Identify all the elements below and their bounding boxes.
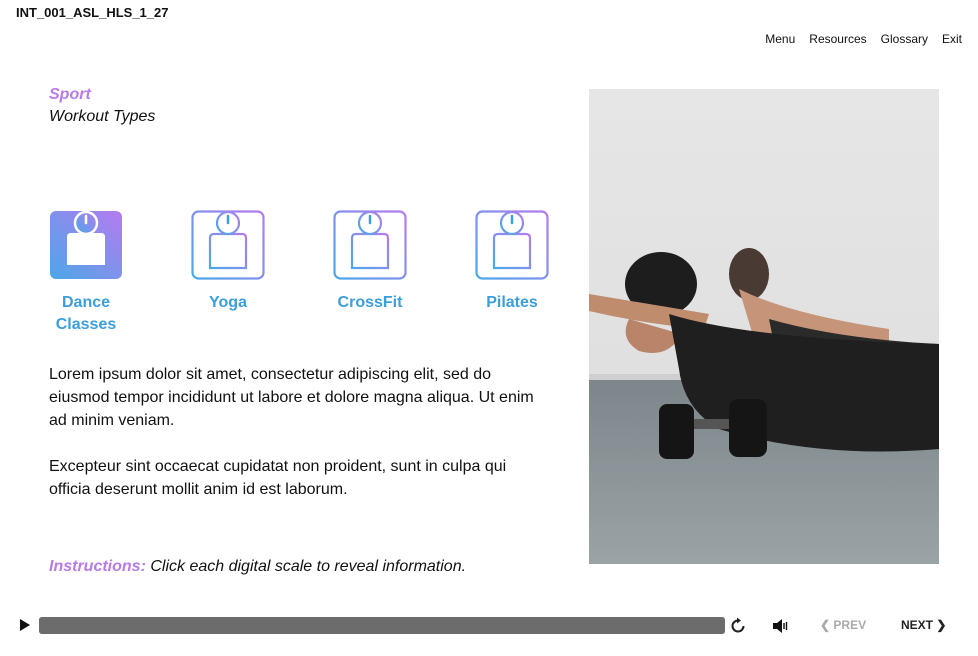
nav-exit[interactable]: Exit [942, 32, 962, 46]
page-title: Workout Types [49, 108, 156, 125]
scale-label: Yoga [209, 294, 247, 311]
nav-resources[interactable]: Resources [809, 32, 866, 46]
instructions: Instructions: Click each digital scale t… [49, 558, 466, 576]
scale-pilates[interactable]: Pilates [474, 210, 550, 314]
top-nav: Menu Resources Glossary Exit [765, 32, 962, 46]
scale-icon [333, 210, 407, 280]
progress-bar[interactable] [39, 617, 725, 634]
scale-dance-classes[interactable]: Dance Classes [48, 210, 124, 336]
scale-crossfit[interactable]: CrossFit [332, 210, 408, 314]
scale-icon [475, 210, 549, 280]
play-button[interactable] [18, 618, 32, 637]
body-paragraph: Lorem ipsum dolor sit amet, consectetur … [49, 366, 534, 429]
nav-menu[interactable]: Menu [765, 32, 795, 46]
chevron-right-icon: ❯ [936, 618, 947, 632]
nav-glossary[interactable]: Glossary [881, 32, 928, 46]
body-paragraph: Excepteur sint occaecat cupidatat non pr… [49, 458, 507, 498]
instructions-lead: Instructions: [49, 558, 146, 575]
scale-icon [50, 210, 122, 279]
category-label: Sport [49, 86, 91, 103]
play-icon [20, 619, 30, 631]
chevron-left-icon: ❮ [820, 618, 831, 632]
instructions-text: Click each digital scale to reveal infor… [145, 558, 467, 575]
scale-icon [191, 210, 265, 280]
scale-label: CrossFit [337, 294, 403, 311]
replay-button[interactable] [729, 617, 747, 640]
replay-icon [731, 617, 745, 633]
scale-label: Pilates [486, 294, 538, 311]
workout-photo [589, 89, 939, 564]
player-bar: ❮ PREV NEXT ❯ [0, 612, 978, 640]
next-button[interactable]: NEXT ❯ [901, 618, 946, 632]
volume-icon [773, 619, 788, 633]
prev-button[interactable]: ❮ PREV [820, 618, 866, 632]
volume-button[interactable] [772, 618, 790, 639]
prev-label: PREV [833, 618, 867, 632]
scale-label: Dance Classes [55, 294, 117, 333]
next-label: NEXT [901, 618, 934, 632]
scale-yoga[interactable]: Yoga [190, 210, 266, 314]
progress-fill [39, 617, 725, 634]
course-id: INT_001_ASL_HLS_1_27 [16, 5, 169, 20]
